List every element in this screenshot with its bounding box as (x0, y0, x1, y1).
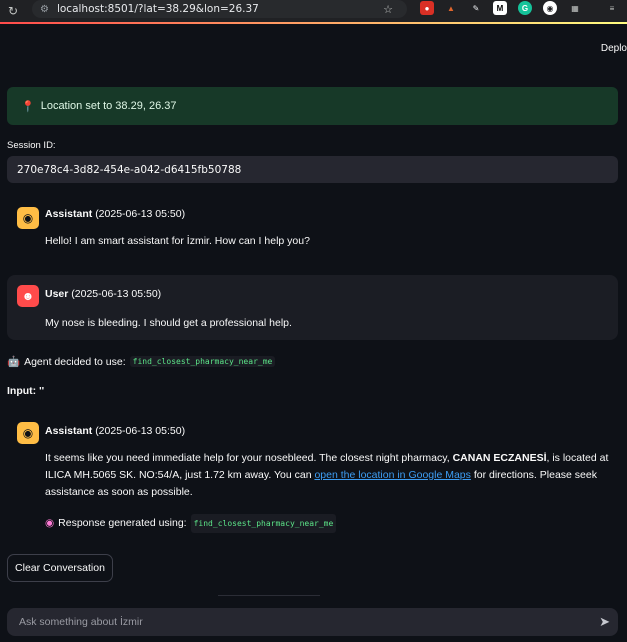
chat-message-assistant: ◉ Assistant (2025-06-13 05:50) It seems … (7, 412, 618, 542)
divider (218, 595, 320, 596)
chrome-extension-icon[interactable]: ◉ (543, 1, 557, 15)
pen-extension-icon[interactable]: ✎ (469, 1, 483, 15)
response-tool-code: find_closest_pharmacy_near_me (190, 514, 337, 533)
user-face-icon: ☻ (17, 285, 39, 307)
m-extension-icon[interactable]: M (493, 1, 507, 15)
accent-line (0, 22, 627, 24)
robot-icon: ◉ (17, 207, 39, 229)
g-extension-icon[interactable]: G (518, 1, 532, 15)
message-header: Assistant (2025-06-13 05:50) (45, 425, 185, 437)
location-alert-text: Location set to 38.29, 26.37 (40, 100, 177, 112)
site-info-icon[interactable]: ⚙ (40, 4, 49, 15)
message-timestamp: (2025-06-13 05:50) (71, 288, 162, 300)
response-source: ◉ Response generated using: find_closest… (45, 514, 337, 533)
agent-label: Agent decided to use: (24, 355, 126, 368)
message-role: Assistant (45, 208, 93, 220)
chat-input[interactable] (19, 616, 579, 628)
chat-message-user: ☻ User (2025-06-13 05:50) My nose is ble… (7, 275, 618, 340)
brain-icon: ◉ (45, 517, 55, 529)
message-header: User (2025-06-13 05:50) (45, 288, 161, 300)
message-text-part: It seems like you need immediate help fo… (45, 452, 453, 464)
google-maps-link[interactable]: open the location in Google Maps (314, 469, 470, 481)
message-text: Hello! I am smart assistant for İzmir. H… (45, 235, 310, 247)
message-text: It seems like you need immediate help fo… (45, 450, 615, 501)
url-text: localhost:8501/?lat=38.29&lon=26.37 (56, 3, 259, 15)
message-timestamp: (2025-06-13 05:50) (95, 425, 186, 437)
location-alert: 📍 Location set to 38.29, 26.37 (7, 87, 618, 125)
shield-extension-icon[interactable]: ● (420, 1, 434, 15)
pin-icon: 📍 (21, 100, 35, 113)
message-header: Assistant (2025-06-13 05:50) (45, 208, 185, 220)
message-text: My nose is bleeding. I should get a prof… (45, 317, 292, 329)
deploy-button[interactable]: Deplo (601, 43, 627, 54)
bookmark-star-icon[interactable]: ☆ (383, 3, 393, 16)
address-bar[interactable]: ⚙ localhost:8501/?lat=38.29&lon=26.37 ☆ (32, 0, 407, 18)
input-label: Input: '' (7, 385, 45, 397)
session-id-field[interactable]: 270e78c4-3d82-454e-a042-d6415fb50788 (7, 156, 618, 183)
agent-tool-code: find_closest_pharmacy_near_me (129, 356, 276, 367)
reload-icon[interactable]: ↻ (0, 4, 26, 18)
chat-input-container: ➤ (7, 608, 618, 636)
agent-decision: 🤖 Agent decided to use: find_closest_pha… (7, 355, 276, 368)
puzzle-icon[interactable]: ▦ (568, 1, 582, 15)
session-id-label: Session ID: (7, 140, 56, 151)
message-timestamp: (2025-06-13 05:50) (95, 208, 186, 220)
message-role: User (45, 288, 69, 300)
clear-conversation-button[interactable]: Clear Conversation (7, 554, 113, 582)
chat-message-assistant: ◉ Assistant (2025-06-13 05:50) Hello! I … (7, 197, 618, 259)
robot-face-icon: 🤖 (7, 356, 21, 368)
send-icon[interactable]: ➤ (599, 614, 610, 630)
robot-icon: ◉ (17, 422, 39, 444)
response-label: Response generated using: (58, 517, 187, 529)
fox-extension-icon[interactable]: ▲ (444, 1, 458, 15)
menu-icon[interactable]: ≡ (605, 1, 619, 15)
pharmacy-name: CANAN ECZANESİ (452, 452, 547, 464)
message-role: Assistant (45, 425, 93, 437)
